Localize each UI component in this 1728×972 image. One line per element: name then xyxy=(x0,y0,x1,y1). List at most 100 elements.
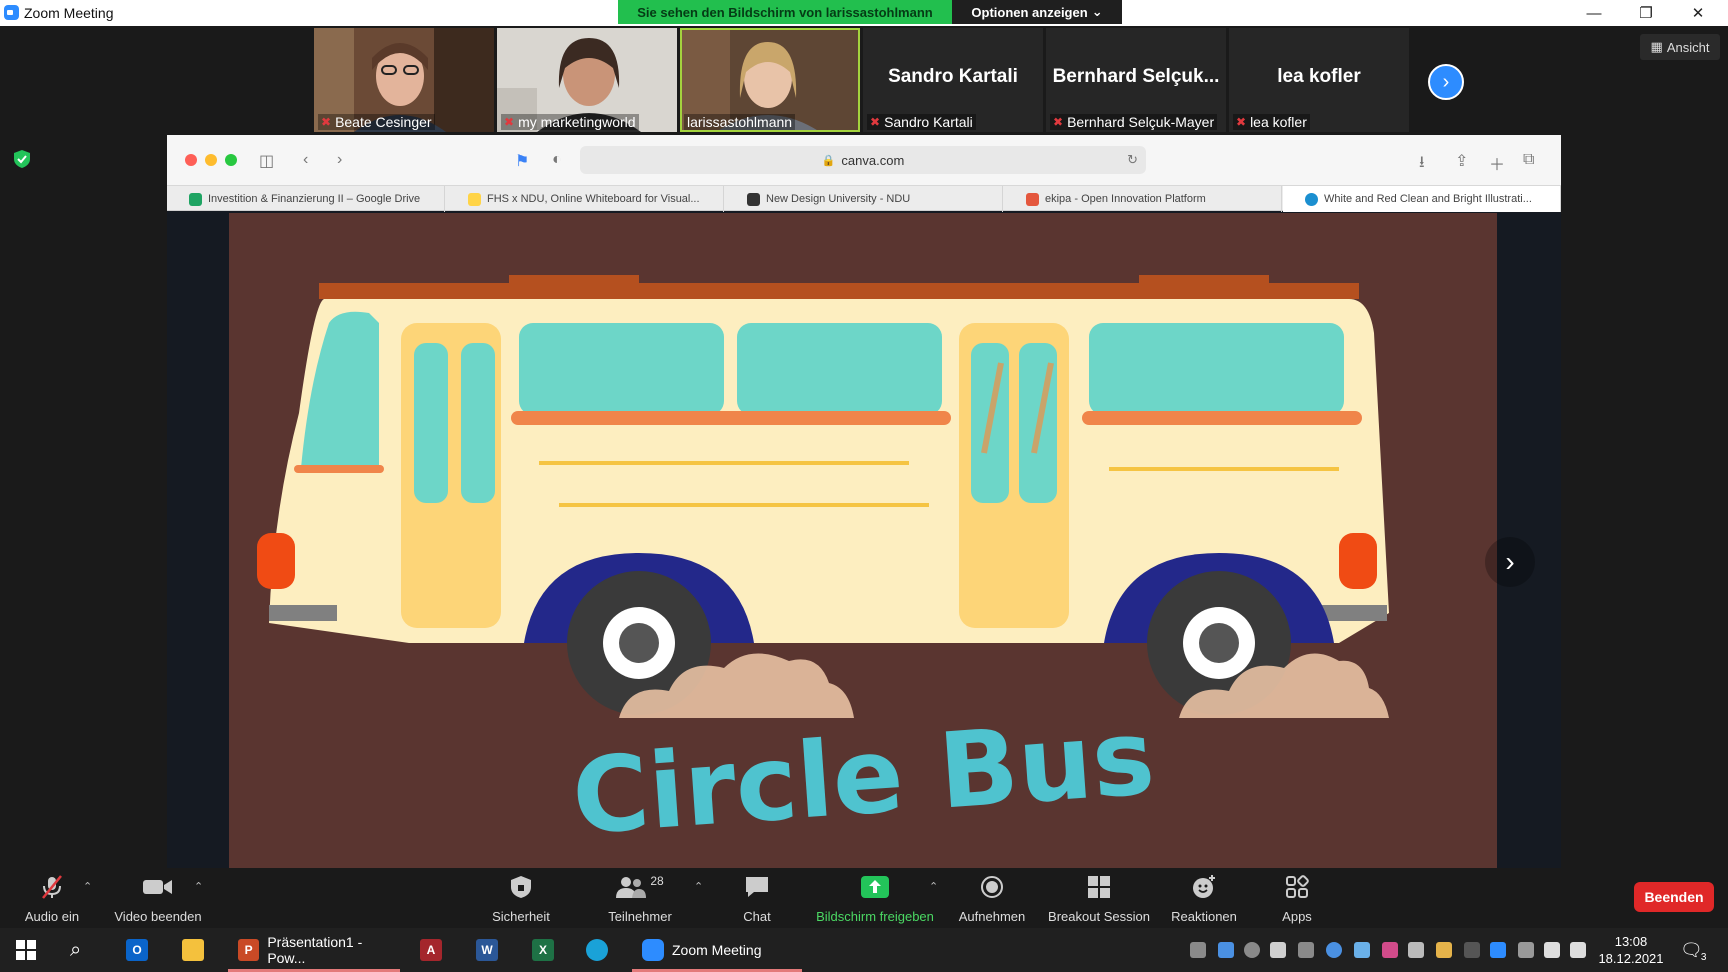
browser-tab[interactable]: New Design University - NDU xyxy=(725,186,1003,212)
privacy-shield-icon[interactable]: ◐ xyxy=(552,151,562,169)
record-icon xyxy=(980,874,1004,900)
word-app[interactable]: W xyxy=(476,934,498,966)
reactions-button[interactable]: Reaktionen xyxy=(1164,874,1244,924)
chat-button[interactable]: Chat xyxy=(732,874,782,924)
browser-tab-active[interactable]: White and Red Clean and Bright Illustrat… xyxy=(1283,186,1561,212)
browser-tab-bar: Investition & Finanzierung II – Google D… xyxy=(167,185,1561,212)
browser-zoom-button[interactable] xyxy=(225,154,237,166)
tray-icon[interactable] xyxy=(1218,942,1234,958)
file-explorer-app[interactable] xyxy=(182,934,204,966)
mic-muted-icon: ✖ xyxy=(870,115,881,129)
tray-icon[interactable] xyxy=(1326,942,1342,958)
audio-options-caret[interactable]: ⌃ xyxy=(83,880,92,893)
edge-app[interactable] xyxy=(586,934,608,966)
browser-close-button[interactable] xyxy=(185,154,197,166)
tray-icon[interactable] xyxy=(1382,942,1398,958)
extension-icon[interactable]: ⚑ xyxy=(515,151,529,171)
tray-icon[interactable] xyxy=(1464,942,1480,958)
chevron-right-icon: › xyxy=(1505,546,1515,577)
participant-tile[interactable]: lea kofler ✖ lea kofler xyxy=(1229,28,1409,132)
end-meeting-button[interactable]: Beenden xyxy=(1634,882,1714,912)
share-screen-button[interactable]: Bildschirm freigeben xyxy=(810,874,940,924)
wifi-icon[interactable] xyxy=(1518,942,1534,958)
participant-tile[interactable]: ✖ my marketingworld xyxy=(497,28,677,132)
search-icon[interactable]: ⌕ xyxy=(70,934,81,966)
tab-label: ekipa - Open Innovation Platform xyxy=(1045,193,1206,205)
video-options-caret[interactable]: ⌃ xyxy=(194,880,203,893)
bluetooth-icon[interactable] xyxy=(1490,942,1506,958)
powerpoint-window-label: Präsentation1 - Pow... xyxy=(267,934,363,966)
address-bar[interactable]: 🔒 canva.com ↻ xyxy=(580,146,1146,174)
tab-label: New Design University - NDU xyxy=(766,193,911,205)
tray-icon[interactable] xyxy=(1298,942,1314,958)
tray-icon[interactable] xyxy=(1190,942,1206,958)
excel-app[interactable]: X xyxy=(532,934,554,966)
participant-display-name: lea kofler xyxy=(1277,66,1361,87)
participant-tile-active-speaker[interactable]: larissastohlmann xyxy=(680,28,860,132)
participant-name: Beate Cesinger xyxy=(335,114,432,130)
close-button[interactable]: ✕ xyxy=(1672,0,1724,26)
tray-icon[interactable] xyxy=(1354,942,1370,958)
next-slide-button[interactable]: › xyxy=(1485,537,1535,587)
breakout-session-button[interactable]: Breakout Session xyxy=(1046,874,1152,924)
notification-center-button[interactable]: 🗨 3 xyxy=(1680,934,1706,966)
participants-options-caret[interactable]: ⌃ xyxy=(694,880,703,893)
participant-label: ✖ Sandro Kartali xyxy=(867,114,976,130)
view-button[interactable]: ▦ Ansicht xyxy=(1640,34,1720,60)
view-options-button[interactable]: Optionen anzeigen ⌄ xyxy=(952,0,1122,24)
microphone-tray-icon[interactable] xyxy=(1244,942,1260,958)
mic-muted-icon: ✖ xyxy=(321,115,332,129)
access-app[interactable]: A xyxy=(420,934,442,966)
security-button[interactable]: Sicherheit xyxy=(486,874,556,924)
volume-icon[interactable] xyxy=(1570,942,1586,958)
share-options-caret[interactable]: ⌃ xyxy=(929,880,938,893)
taskbar-zoom[interactable]: Zoom Meeting xyxy=(632,928,802,972)
browser-tab[interactable]: Investition & Finanzierung II – Google D… xyxy=(167,186,445,212)
participants-button[interactable]: 28 Teilnehmer xyxy=(600,874,680,924)
reactions-label: Reaktionen xyxy=(1171,909,1237,924)
taskbar-powerpoint[interactable]: P Präsentation1 - Pow... xyxy=(228,928,400,972)
minimize-button[interactable]: — xyxy=(1568,0,1620,26)
zoom-app-icon xyxy=(4,5,19,20)
video-label: Video beenden xyxy=(114,909,202,924)
shield-tray-icon[interactable] xyxy=(1270,942,1286,958)
browser-tab[interactable]: FHS x NDU, Online Whiteboard for Visual.… xyxy=(446,186,724,212)
sidebar-icon[interactable]: ◫ xyxy=(259,151,274,171)
browser-tab[interactable]: ekipa - Open Innovation Platform xyxy=(1004,186,1282,212)
outlook-icon: O xyxy=(126,939,148,961)
restore-button[interactable]: ❐ xyxy=(1620,0,1672,26)
security-shield-icon[interactable] xyxy=(14,150,30,168)
battery-icon[interactable] xyxy=(1544,942,1560,958)
participant-display-name: Bernhard Selçuk... xyxy=(1052,66,1220,87)
drive-icon xyxy=(189,192,202,206)
back-icon[interactable]: ‹ xyxy=(303,151,308,169)
folder-icon xyxy=(182,939,204,961)
tab-overview-icon[interactable]: ⧉ xyxy=(1523,151,1534,169)
participant-tile[interactable]: ✖ Beate Cesinger xyxy=(314,28,494,132)
taskbar-clock[interactable]: 13:08 18.12.2021 xyxy=(1594,933,1668,967)
audio-label: Audio ein xyxy=(24,909,80,924)
browser-minimize-button[interactable] xyxy=(205,154,217,166)
mic-muted-icon: ✖ xyxy=(504,115,515,129)
download-icon[interactable]: ⭳ xyxy=(1419,151,1425,178)
next-participants-button[interactable]: › xyxy=(1428,64,1464,100)
apps-button[interactable]: Apps xyxy=(1272,874,1322,924)
participant-tile[interactable]: Sandro Kartali ✖ Sandro Kartali xyxy=(863,28,1043,132)
lock-tray-icon[interactable] xyxy=(1436,942,1452,958)
notification-icon: 🗨 xyxy=(1680,939,1703,960)
word-icon: W xyxy=(476,939,498,961)
video-button[interactable]: Video beenden xyxy=(108,874,208,924)
dropbox-tray-icon[interactable] xyxy=(1408,942,1424,958)
new-tab-icon[interactable]: ＋ xyxy=(1489,151,1505,175)
outlook-app[interactable]: O xyxy=(126,934,148,966)
forward-icon[interactable]: › xyxy=(337,151,342,169)
ekipa-icon xyxy=(1026,192,1039,206)
record-button[interactable]: Aufnehmen xyxy=(956,874,1028,924)
share-icon[interactable]: ⇪ xyxy=(1455,151,1468,171)
audio-button[interactable]: Audio ein xyxy=(18,874,86,924)
start-button[interactable] xyxy=(16,934,36,966)
apps-label: Apps xyxy=(1282,909,1312,924)
participant-tile[interactable]: Bernhard Selçuk... ✖ Bernhard Selçuk-Maye… xyxy=(1046,28,1226,132)
reload-icon[interactable]: ↻ xyxy=(1127,152,1138,168)
canva-slide[interactable]: Circle Bus xyxy=(229,213,1497,868)
